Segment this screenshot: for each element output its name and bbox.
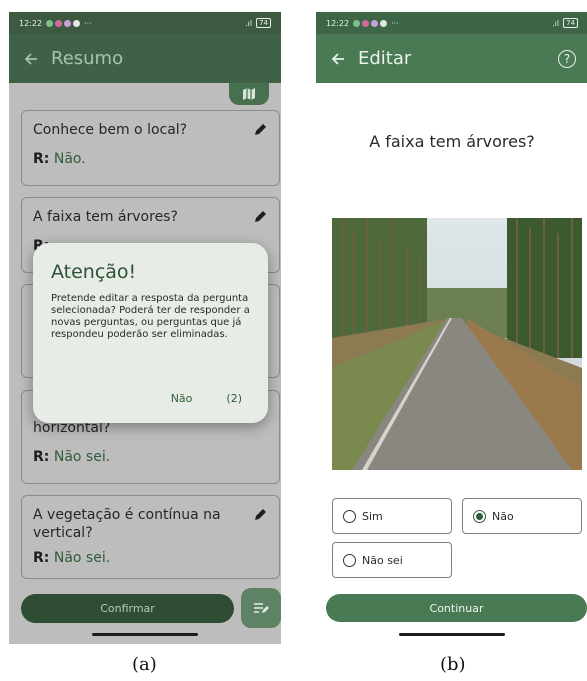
option-yes[interactable]: Sim bbox=[332, 498, 452, 534]
back-arrow-icon[interactable] bbox=[328, 49, 348, 69]
option-label: Sim bbox=[362, 509, 383, 523]
card-question: A faixa tem árvores? bbox=[33, 209, 178, 225]
confirm-dialog: Atenção! Pretende editar a resposta da p… bbox=[33, 243, 268, 423]
countdown-button[interactable]: (2) bbox=[226, 392, 242, 405]
summary-card[interactable]: A vegetação é contínua na vertical? R: N… bbox=[21, 495, 280, 579]
battery-icon: 74 bbox=[256, 18, 271, 28]
list-edit-icon bbox=[254, 603, 269, 613]
gesture-bar bbox=[399, 633, 505, 636]
page-title: Editar bbox=[358, 48, 412, 69]
continue-button[interactable]: Continuar bbox=[326, 594, 587, 622]
back-arrow-icon[interactable] bbox=[21, 49, 41, 69]
page-title: Resumo bbox=[51, 48, 124, 69]
option-no[interactable]: Não bbox=[462, 498, 582, 534]
notification-icons bbox=[353, 19, 388, 27]
gesture-bar bbox=[92, 633, 198, 636]
more-icon: ··· bbox=[84, 18, 92, 28]
option-label: Não sei bbox=[362, 553, 403, 567]
map-button[interactable] bbox=[229, 83, 269, 105]
status-bar: 12:22 ··· .ıl 74 bbox=[9, 12, 281, 34]
caption-b: (b) bbox=[440, 654, 466, 675]
notification-icons bbox=[46, 19, 81, 27]
card-answer: R: Não. bbox=[33, 151, 86, 167]
radio-selected-icon bbox=[473, 509, 486, 523]
status-bar: 12:22 ··· .ıl 74 bbox=[316, 12, 587, 34]
card-answer: R: Não sei. bbox=[33, 449, 111, 465]
more-icon: ··· bbox=[391, 18, 399, 28]
summary-card[interactable]: Conhece bem o local? R: Não. bbox=[21, 110, 280, 186]
edit-icon[interactable] bbox=[253, 123, 267, 137]
help-icon[interactable]: ? bbox=[558, 49, 576, 68]
confirm-button[interactable]: Confirmar bbox=[21, 594, 234, 623]
card-question: A vegetação é contínua na vertical? bbox=[33, 507, 221, 541]
app-bar: Resumo bbox=[9, 34, 281, 83]
radio-unselected-icon bbox=[343, 509, 356, 523]
card-question: Conhece bem o local? bbox=[33, 122, 188, 138]
option-dont-know[interactable]: Não sei bbox=[332, 542, 452, 578]
card-answer: R: Não sei. bbox=[33, 550, 111, 566]
radio-unselected-icon bbox=[343, 553, 356, 567]
signal-icon: .ıl bbox=[245, 18, 253, 28]
list-edit-button[interactable] bbox=[241, 588, 281, 628]
caption-a: (a) bbox=[132, 654, 157, 675]
edit-screen: 12:22 ··· .ıl 74 Editar ? A faixa tem ár… bbox=[316, 12, 587, 644]
edit-icon[interactable] bbox=[253, 210, 267, 224]
dialog-title: Atenção! bbox=[51, 261, 137, 283]
summary-screen: 12:22 ··· .ıl 74 Resumo Conhece bem o lo… bbox=[9, 12, 281, 644]
question-text: A faixa tem árvores? bbox=[369, 132, 535, 151]
road-photo bbox=[332, 218, 582, 470]
signal-icon: .ıl bbox=[552, 18, 560, 28]
battery-icon: 74 bbox=[563, 18, 578, 28]
option-label: Não bbox=[492, 509, 514, 523]
no-button[interactable]: Não bbox=[171, 392, 193, 405]
status-time: 12:22 bbox=[326, 18, 350, 28]
app-bar: Editar ? bbox=[316, 34, 587, 83]
dialog-message: Pretende editar a resposta da pergunta s… bbox=[51, 293, 250, 340]
map-icon bbox=[243, 88, 255, 100]
status-time: 12:22 bbox=[19, 18, 43, 28]
edit-icon[interactable] bbox=[253, 508, 267, 522]
